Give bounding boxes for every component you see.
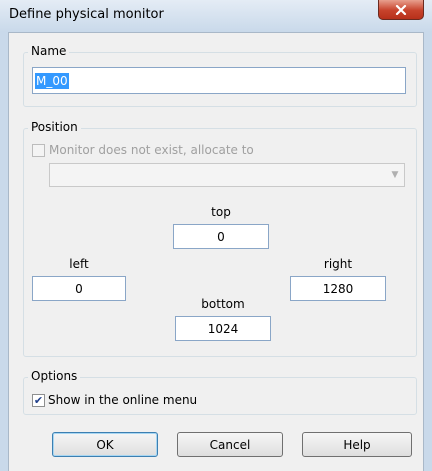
chevron-down-icon: ▼ xyxy=(391,170,399,180)
right-input[interactable]: 1280 xyxy=(290,276,386,301)
name-input-value: M_00 xyxy=(35,72,69,89)
title-bar[interactable]: Define physical monitor xyxy=(0,0,432,33)
cancel-button-label: Cancel xyxy=(209,437,251,452)
close-icon xyxy=(395,4,407,15)
window-frame-right xyxy=(423,32,432,471)
help-button-label: Help xyxy=(343,437,371,452)
top-input-value: 0 xyxy=(217,229,225,244)
show-online-checkbox[interactable]: ✔ xyxy=(32,394,45,407)
bottom-label: bottom xyxy=(201,297,245,311)
top-label: top xyxy=(211,205,231,219)
ok-button[interactable]: OK xyxy=(52,432,158,457)
ok-button-label: OK xyxy=(96,437,114,452)
allocate-checkbox[interactable] xyxy=(32,144,45,157)
help-button[interactable]: Help xyxy=(302,432,412,457)
position-group-label: Position xyxy=(28,120,81,134)
options-group-label: Options xyxy=(28,369,81,383)
right-label: right xyxy=(323,257,353,271)
allocate-select[interactable]: ▼ xyxy=(49,163,405,187)
allocate-checkbox-label: Monitor does not exist, allocate to xyxy=(49,143,254,157)
name-group-label: Name xyxy=(28,44,70,58)
left-label: left xyxy=(69,257,89,271)
close-button[interactable] xyxy=(378,0,424,20)
window-title: Define physical monitor xyxy=(9,7,164,22)
left-input[interactable]: 0 xyxy=(32,276,126,301)
name-input[interactable]: M_00 xyxy=(32,67,406,94)
right-input-value: 1280 xyxy=(322,281,354,296)
window-frame-left xyxy=(0,32,9,471)
bottom-input-value: 1024 xyxy=(207,321,239,336)
cancel-button[interactable]: Cancel xyxy=(177,432,283,457)
left-input-value: 0 xyxy=(75,281,83,296)
bottom-input[interactable]: 1024 xyxy=(175,316,271,341)
checkmark-icon: ✔ xyxy=(33,394,44,407)
dialog-window: Define physical monitor Name M_00 Positi… xyxy=(0,0,432,471)
top-input[interactable]: 0 xyxy=(173,224,269,249)
show-online-label: Show in the online menu xyxy=(48,393,198,407)
